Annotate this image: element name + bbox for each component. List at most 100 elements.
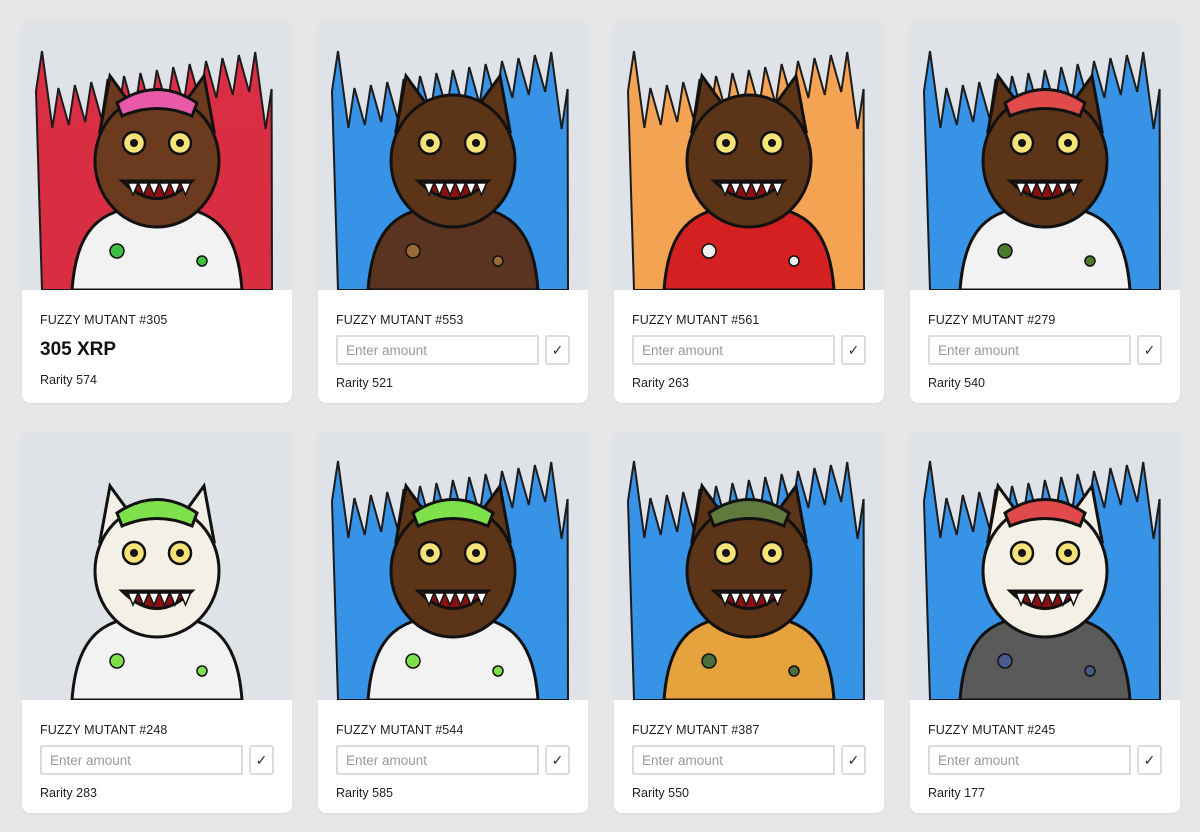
left-pupil [1018,139,1026,147]
left-pupil [722,549,730,557]
nft-rarity: Rarity 540 [928,376,985,390]
nft-rarity: Rarity 177 [928,786,985,800]
amount-input[interactable] [632,335,835,365]
nft-card[interactable]: FUZZY MUTANT #544 ✓ Rarity 585 [318,431,588,813]
right-pupil [768,549,776,557]
accent-spot [196,665,208,677]
right-pupil [176,139,184,147]
accent-spot [196,255,208,267]
artwork-image [614,431,884,700]
bid-row: ✓ [336,334,570,366]
amount-input[interactable] [632,745,835,775]
checkmark-icon: ✓ [847,341,860,358]
amount-input[interactable] [336,335,539,365]
nft-card[interactable]: FUZZY MUTANT #279 ✓ Rarity 540 [910,21,1180,403]
card-info: FUZZY MUTANT #561 ✓ Rarity 263 [614,290,884,403]
nft-name: FUZZY MUTANT #387 [632,723,760,737]
artwork-image [22,431,292,700]
amount-input[interactable] [928,335,1131,365]
bid-row: ✓ [928,744,1162,776]
nft-name: FUZZY MUTANT #305 [40,313,168,327]
nft-name: FUZZY MUTANT #553 [336,313,464,327]
right-pupil [1064,139,1072,147]
nft-card[interactable]: FUZZY MUTANT #553 ✓ Rarity 521 [318,21,588,403]
card-info: FUZZY MUTANT #279 ✓ Rarity 540 [910,290,1180,403]
right-pupil [472,549,480,557]
nft-card[interactable]: FUZZY MUTANT #387 ✓ Rarity 550 [614,431,884,813]
accent-spot [405,243,421,259]
card-info: FUZZY MUTANT #553 ✓ Rarity 521 [318,290,588,403]
artwork-image [910,431,1180,700]
nft-rarity: Rarity 585 [336,786,393,800]
left-pupil [1018,549,1026,557]
nft-card[interactable]: FUZZY MUTANT #248 ✓ Rarity 283 [22,431,292,813]
nft-artwork[interactable] [22,431,292,700]
accent-spot [405,653,421,669]
accent-spot [997,653,1013,669]
amount-input[interactable] [336,745,539,775]
accent-spot [701,243,717,259]
right-pupil [176,549,184,557]
nft-artwork[interactable] [22,21,292,290]
character-head [389,503,517,639]
nft-rarity: Rarity 574 [40,373,97,387]
left-pupil [426,549,434,557]
bid-row: ✓ [632,334,866,366]
artwork-image [910,21,1180,290]
amount-input[interactable] [928,745,1131,775]
confirm-button[interactable]: ✓ [545,335,570,365]
nft-card[interactable]: FUZZY MUTANT #561 ✓ Rarity 263 [614,21,884,403]
accent-spot [701,653,717,669]
right-pupil [1064,549,1072,557]
accent-spot [109,243,125,259]
nft-card[interactable]: FUZZY MUTANT #305 305 XRP Rarity 574 [22,21,292,403]
left-pupil [722,139,730,147]
nft-artwork[interactable] [318,431,588,700]
character-head [981,503,1109,639]
nft-grid: FUZZY MUTANT #305 305 XRP Rarity 574 FUZ… [22,21,1180,813]
nft-name: FUZZY MUTANT #279 [928,313,1056,327]
checkmark-icon: ✓ [255,751,268,768]
character-head [93,93,221,229]
confirm-button[interactable]: ✓ [1137,745,1162,775]
bid-row: ✓ [336,744,570,776]
artwork-image [318,431,588,700]
nft-name: FUZZY MUTANT #248 [40,723,168,737]
bid-row: ✓ [632,744,866,776]
confirm-button[interactable]: ✓ [841,745,866,775]
left-pupil [426,139,434,147]
accent-spot [109,653,125,669]
checkmark-icon: ✓ [551,341,564,358]
nft-artwork[interactable] [910,21,1180,290]
accent-spot [492,665,504,677]
checkmark-icon: ✓ [1143,751,1156,768]
nft-rarity: Rarity 550 [632,786,689,800]
nft-artwork[interactable] [318,21,588,290]
artwork-image [318,21,588,290]
nft-name: FUZZY MUTANT #544 [336,723,464,737]
accent-spot [492,255,504,267]
confirm-button[interactable]: ✓ [545,745,570,775]
character-head [93,503,221,639]
accent-spot [788,255,800,267]
nft-price: 305 XRP [40,339,117,360]
amount-input[interactable] [40,745,243,775]
card-info: FUZZY MUTANT #245 ✓ Rarity 177 [910,700,1180,813]
checkmark-icon: ✓ [1143,341,1156,358]
nft-artwork[interactable] [910,431,1180,700]
nft-name: FUZZY MUTANT #245 [928,723,1056,737]
confirm-button[interactable]: ✓ [249,745,274,775]
right-pupil [472,139,480,147]
character-head [685,503,813,639]
nft-rarity: Rarity 263 [632,376,689,390]
nft-artwork[interactable] [614,21,884,290]
nft-name: FUZZY MUTANT #561 [632,313,760,327]
confirm-button[interactable]: ✓ [1137,335,1162,365]
confirm-button[interactable]: ✓ [841,335,866,365]
checkmark-icon: ✓ [551,751,564,768]
artwork-image [614,21,884,290]
nft-artwork[interactable] [614,431,884,700]
left-pupil [130,139,138,147]
character-head [389,93,517,229]
nft-card[interactable]: FUZZY MUTANT #245 ✓ Rarity 177 [910,431,1180,813]
